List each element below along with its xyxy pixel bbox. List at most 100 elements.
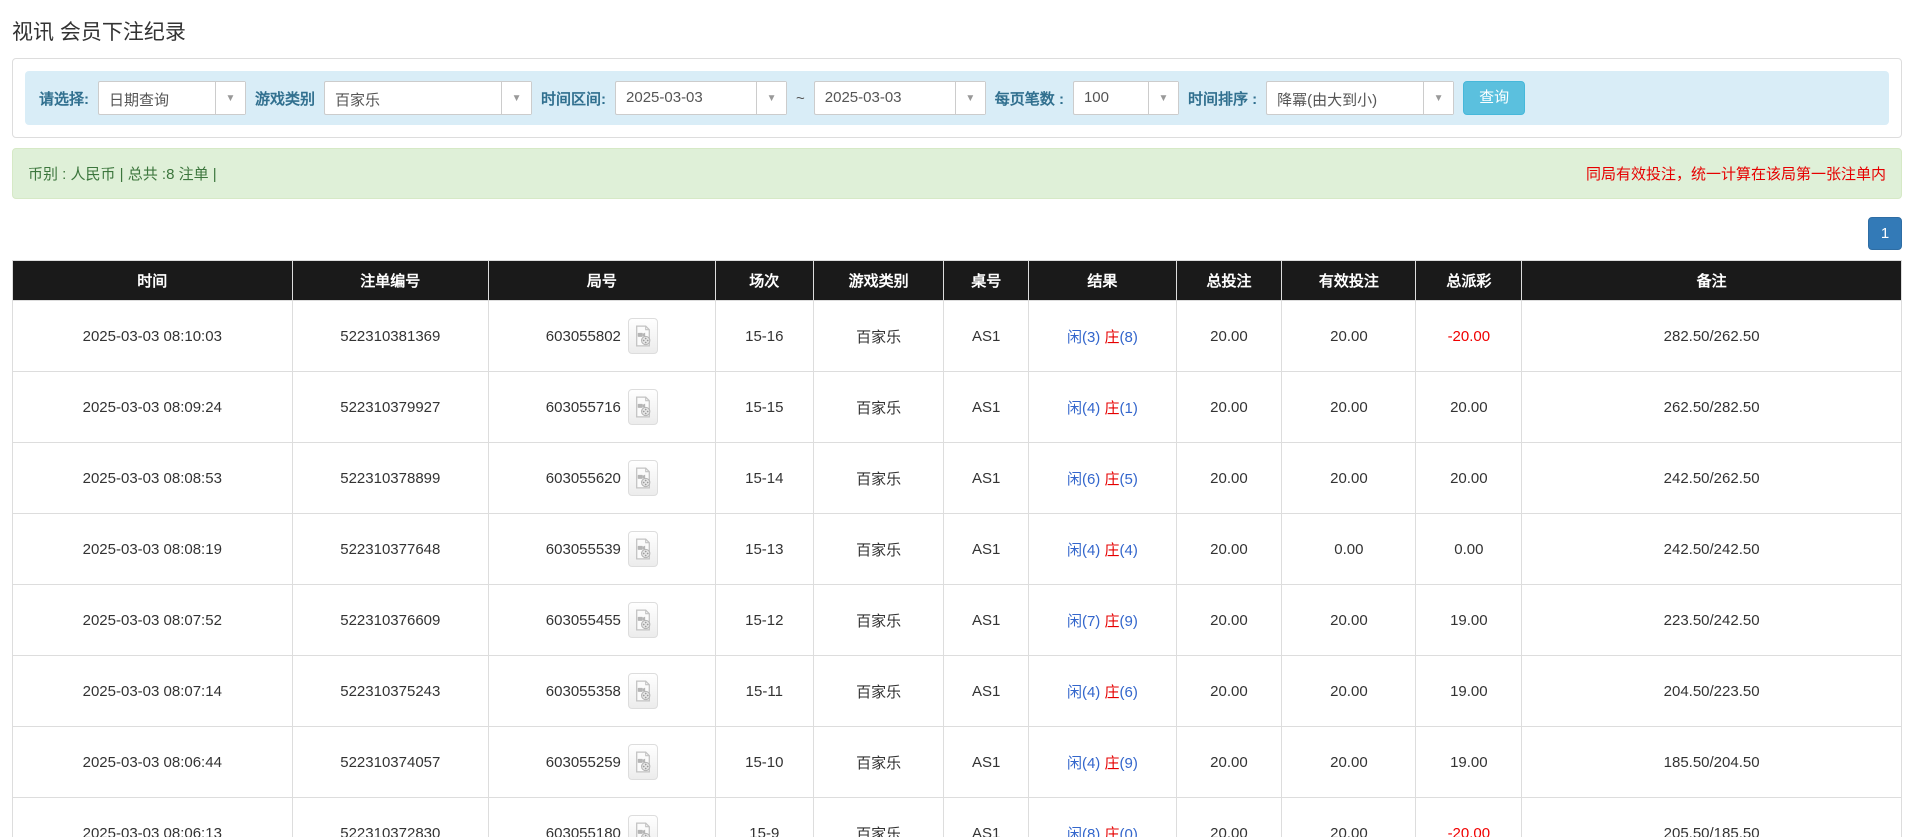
cell-payout: 20.00 xyxy=(1415,442,1523,514)
cell-game-type: 百家乐 xyxy=(812,371,945,443)
cell-remark: 242.50/262.50 xyxy=(1521,442,1902,514)
cell-round-number: 603055358 xyxy=(488,655,716,727)
cell-total-bet[interactable]: 20.00 xyxy=(1175,442,1283,514)
cell-total-bet[interactable]: 20.00 xyxy=(1175,300,1283,372)
cell-payout: -20.00 xyxy=(1415,300,1523,372)
table-row: 2025-03-03 08:08:53 522310378899 6030556… xyxy=(12,442,1902,514)
cell-valid-bet: 0.00 xyxy=(1281,513,1417,585)
table-header: 时间 注单编号 局号 场次 游戏类别 桌号 结果 总投注 有效投注 总派彩 备注 xyxy=(12,260,1902,301)
cell-time: 2025-03-03 08:07:14 xyxy=(12,655,293,727)
chevron-down-icon[interactable]: ▼ xyxy=(954,82,985,114)
video-replay-button[interactable] xyxy=(627,673,658,709)
cell-total-bet[interactable]: 20.00 xyxy=(1175,655,1283,727)
page-container: 视讯 会员下注纪录 请选择: 日期查询 ▼ 游戏类别 百家乐 ▼ 时间区间: 2… xyxy=(0,16,1914,837)
cell-time: 2025-03-03 08:06:44 xyxy=(12,726,293,798)
result-player: 闲(6) xyxy=(1066,470,1101,488)
cell-game-type: 百家乐 xyxy=(812,726,945,798)
page-size-label: 每页笔数 : xyxy=(994,90,1064,108)
cell-time: 2025-03-03 08:06:13 xyxy=(12,797,293,837)
cell-valid-bet: 20.00 xyxy=(1281,797,1417,837)
column-header-8: 有效投注 xyxy=(1281,260,1417,301)
result-player: 闲(4) xyxy=(1066,399,1101,417)
chevron-down-icon[interactable]: ▼ xyxy=(1147,82,1178,114)
cell-game-type: 百家乐 xyxy=(812,442,945,514)
round-number-text: 603055539 xyxy=(545,540,621,558)
chevron-down-icon[interactable]: ▼ xyxy=(215,82,245,114)
result-banker-score: (6) xyxy=(1119,683,1138,701)
round-number-text: 603055620 xyxy=(545,469,621,487)
cell-total-bet[interactable]: 20.00 xyxy=(1175,513,1283,585)
cell-bet-number: 522310375243 xyxy=(291,655,490,727)
game-type-select[interactable]: 百家乐 ▼ xyxy=(324,81,533,115)
result-banker: 庄 xyxy=(1104,754,1120,772)
round-number-text: 603055802 xyxy=(545,327,621,345)
cell-table-number: AS1 xyxy=(943,797,1030,837)
video-replay-button[interactable] xyxy=(627,460,658,496)
cell-valid-bet: 20.00 xyxy=(1281,655,1417,727)
time-sort-select[interactable]: 降冪(由大到小) ▼ xyxy=(1266,81,1455,115)
cell-total-bet[interactable]: 20.00 xyxy=(1175,726,1283,798)
result-banker: 庄 xyxy=(1104,470,1120,488)
video-replay-button[interactable] xyxy=(627,531,658,567)
cell-time: 2025-03-03 08:08:19 xyxy=(12,513,293,585)
time-sort-value: 降冪(由大到小) xyxy=(1277,92,1378,109)
cell-result: 闲(4) 庄(4) xyxy=(1028,513,1177,585)
cell-result: 闲(4) 庄(9) xyxy=(1028,726,1177,798)
cell-round-number: 603055620 xyxy=(488,442,716,514)
cell-table-number: AS1 xyxy=(943,371,1030,443)
video-replay-button[interactable] xyxy=(627,602,658,638)
date-to-value: 2025-03-03 xyxy=(824,89,902,106)
video-file-icon xyxy=(635,609,651,631)
cell-payout: 19.00 xyxy=(1415,655,1523,727)
cell-bet-number: 522310376609 xyxy=(291,584,490,656)
video-file-icon xyxy=(635,467,651,489)
cell-bet-number: 522310381369 xyxy=(291,300,490,372)
tilde-separator: ~ xyxy=(796,89,805,107)
video-replay-button[interactable] xyxy=(627,389,658,425)
query-type-select[interactable]: 日期查询 ▼ xyxy=(98,81,246,115)
page-size-select[interactable]: 100 ▼ xyxy=(1072,81,1179,115)
video-replay-button[interactable] xyxy=(627,815,658,837)
cell-total-bet[interactable]: 20.00 xyxy=(1175,371,1283,443)
result-banker: 庄 xyxy=(1104,683,1120,701)
round-number-text: 603055358 xyxy=(545,682,621,700)
page-title: 视讯 会员下注纪录 xyxy=(12,21,186,44)
column-header-5: 桌号 xyxy=(943,260,1030,301)
column-header-9: 总派彩 xyxy=(1415,260,1523,301)
search-button[interactable]: 查询 xyxy=(1463,81,1526,115)
cell-valid-bet: 20.00 xyxy=(1281,371,1417,443)
cell-result: 闲(8) 庄(0) xyxy=(1028,797,1177,837)
filter-panel: 请选择: 日期查询 ▼ 游戏类别 百家乐 ▼ 时间区间: 2025-03-03 … xyxy=(12,58,1902,138)
chevron-down-icon[interactable]: ▼ xyxy=(756,82,787,114)
table-row: 2025-03-03 08:07:14 522310375243 6030553… xyxy=(12,655,1902,727)
date-from-select[interactable]: 2025-03-03 ▼ xyxy=(615,81,788,115)
currency-total-text: 币别 : 人民币 | 总共 :8 注单 | xyxy=(28,166,217,183)
page-1-button[interactable]: 1 xyxy=(1868,217,1902,250)
column-header-1: 注单编号 xyxy=(291,260,490,301)
bet-records-table: 时间 注单编号 局号 场次 游戏类别 桌号 结果 总投注 有效投注 总派彩 备注 2025-03-0… xyxy=(12,260,1902,837)
cell-result: 闲(7) 庄(9) xyxy=(1028,584,1177,656)
chevron-down-icon[interactable]: ▼ xyxy=(501,82,532,114)
cell-payout: 19.00 xyxy=(1415,584,1523,656)
result-player: 闲(8) xyxy=(1066,825,1101,837)
round-number-text: 603055180 xyxy=(545,824,621,837)
video-replay-button[interactable] xyxy=(627,318,658,354)
video-file-icon xyxy=(635,325,651,347)
cell-total-bet[interactable]: 20.00 xyxy=(1175,797,1283,837)
table-row: 2025-03-03 08:10:03 522310381369 6030558… xyxy=(12,300,1902,372)
cell-bet-number: 522310377648 xyxy=(291,513,490,585)
result-player: 闲(4) xyxy=(1066,683,1101,701)
round-number-text: 603055259 xyxy=(545,753,621,771)
chevron-down-icon[interactable]: ▼ xyxy=(1423,82,1454,114)
cell-session: 15-14 xyxy=(714,442,814,514)
cell-remark: 185.50/204.50 xyxy=(1521,726,1902,798)
cell-total-bet[interactable]: 20.00 xyxy=(1175,584,1283,656)
cell-game-type: 百家乐 xyxy=(812,300,945,372)
result-banker-score: (8) xyxy=(1119,328,1138,346)
date-from-value: 2025-03-03 xyxy=(626,89,703,106)
cell-session: 15-12 xyxy=(714,584,814,656)
cell-session: 15-13 xyxy=(714,513,814,585)
date-to-select[interactable]: 2025-03-03 ▼ xyxy=(813,81,986,115)
result-banker-score: (9) xyxy=(1119,612,1138,630)
video-replay-button[interactable] xyxy=(627,744,658,780)
